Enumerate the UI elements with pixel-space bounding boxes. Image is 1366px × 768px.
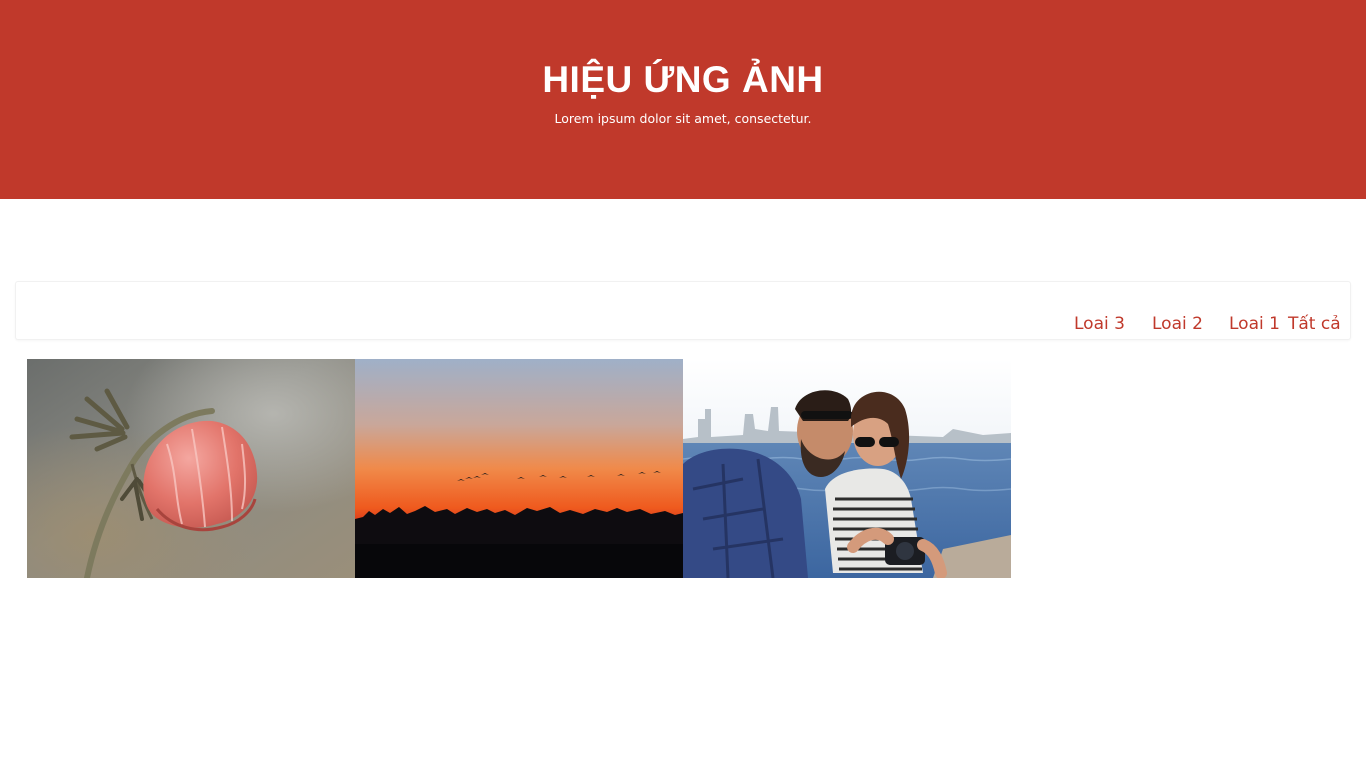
page-title: HIỆU ỨNG ẢNH	[542, 59, 824, 100]
filter-loai-2[interactable]: Loai 2	[1152, 312, 1203, 336]
frosted-flower-photo	[27, 359, 355, 578]
couple-camera-photo	[683, 359, 1011, 578]
hero-banner: HIỆU ỨNG ẢNH Lorem ipsum dolor sit amet,…	[0, 0, 1366, 199]
filter-bar: Loai 3 Loai 2 Loai 1 Tất cả	[15, 281, 1351, 340]
gallery-item-flower[interactable]	[27, 359, 355, 578]
page-subtitle: Lorem ipsum dolor sit amet, consectetur.	[554, 111, 812, 126]
filter-loai-1[interactable]: Loai 1	[1229, 312, 1280, 336]
photo-gallery	[27, 359, 1011, 578]
sunset-birds-photo	[355, 359, 683, 578]
gallery-item-sunset[interactable]	[355, 359, 683, 578]
filter-all[interactable]: Tất cả	[1288, 312, 1341, 336]
filter-loai-3[interactable]: Loai 3	[1074, 312, 1125, 336]
gallery-item-couple[interactable]	[683, 359, 1011, 578]
